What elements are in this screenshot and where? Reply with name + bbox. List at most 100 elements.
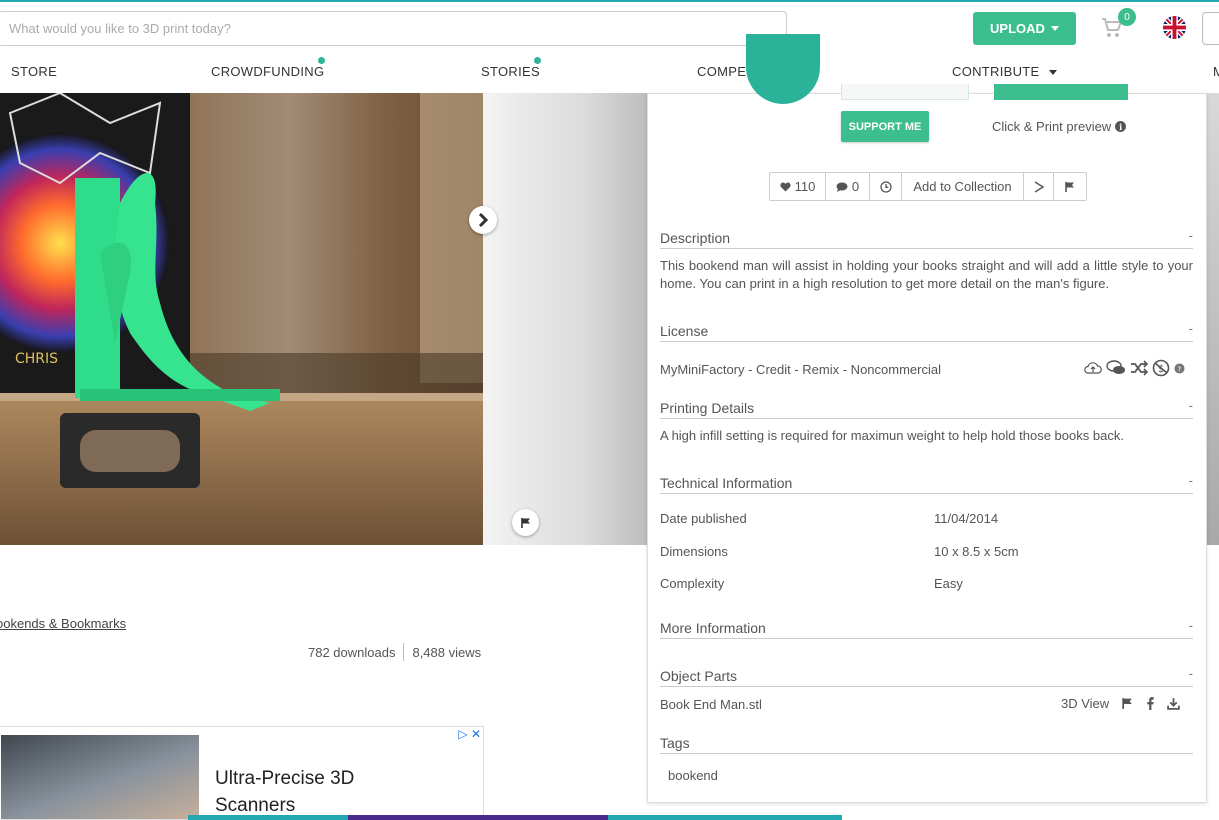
- more-info-title: More Information: [660, 620, 766, 636]
- tech-value: Easy: [934, 576, 963, 591]
- collapse-icon[interactable]: -: [1189, 228, 1193, 243]
- tech-label: Date published: [660, 511, 747, 526]
- preview-label: Click & Print preview: [992, 119, 1112, 134]
- nav-item-crowdfunding[interactable]: CROWDFUNDING: [211, 64, 324, 79]
- comment-count: 0: [851, 179, 860, 194]
- download-icon[interactable]: [1167, 697, 1180, 710]
- ad-image: [1, 735, 199, 819]
- chevron-down-icon: [1049, 70, 1058, 76]
- tag-item[interactable]: bookend: [668, 768, 718, 783]
- description-section: Description - This bookend man will assi…: [660, 228, 1193, 293]
- noncommercial-icon: $: [1152, 359, 1170, 377]
- svg-text:?: ?: [1178, 364, 1182, 373]
- part-actions: 3D View: [1061, 696, 1180, 711]
- remix-shuffle-icon: [1131, 360, 1148, 376]
- object-actions-bar: 110 0 Add to Collection: [769, 172, 1087, 201]
- object-stats: 782 downloads 8,488 views: [308, 643, 481, 661]
- click-print-preview[interactable]: Click & Print preview i: [992, 119, 1127, 134]
- collapse-icon[interactable]: -: [1189, 473, 1193, 488]
- object-parts-heading[interactable]: Object Parts -: [660, 666, 1193, 687]
- info-icon: i: [1115, 121, 1127, 132]
- comment-button[interactable]: 0: [826, 173, 870, 200]
- top-accent-line: [0, 0, 1219, 2]
- printing-heading[interactable]: Printing Details -: [660, 398, 1193, 419]
- tags-heading: Tags: [660, 735, 1193, 754]
- technical-title: Technical Information: [660, 475, 793, 491]
- next-image-arrow-icon[interactable]: [469, 206, 497, 234]
- comment-icon: [836, 182, 848, 192]
- stories-new-dot: [534, 57, 541, 64]
- collapse-icon[interactable]: -: [1189, 398, 1193, 413]
- follow-button[interactable]: [841, 84, 969, 100]
- photo-gallery-background: [483, 93, 648, 545]
- category-link[interactable]: ookends & Bookmarks: [0, 616, 126, 631]
- history-button[interactable]: [870, 173, 902, 200]
- tech-value: 11/04/2014: [934, 511, 999, 526]
- nav-item-stories[interactable]: STORIES: [481, 64, 540, 79]
- description-heading[interactable]: Description -: [660, 228, 1193, 249]
- downloads-count: 782 downloads: [308, 644, 396, 660]
- support-me-button[interactable]: SUPPORT ME: [841, 111, 929, 142]
- tech-label: Dimensions: [660, 544, 728, 559]
- technical-info-section: Technical Information -: [660, 473, 1193, 494]
- ad-title: Ultra-Precise 3D Scanners: [215, 768, 355, 816]
- tech-row-date: Date published 11/04/2014: [660, 511, 1193, 526]
- license-title: License: [660, 323, 709, 339]
- collapse-icon[interactable]: -: [1189, 321, 1193, 336]
- object-details-panel: SUPPORT ME Click & Print preview i 110 0…: [647, 34, 1207, 803]
- tech-row-dimensions: Dimensions 10 x 8.5 x 5cm: [660, 544, 1193, 559]
- like-button[interactable]: 110: [770, 173, 826, 200]
- upload-label: UPLOAD: [990, 21, 1045, 36]
- facebook-icon[interactable]: [1146, 697, 1155, 710]
- collapse-icon[interactable]: -: [1189, 666, 1193, 681]
- object-parts-title: Object Parts: [660, 668, 738, 684]
- license-section: License -: [660, 321, 1193, 342]
- stats-divider: [403, 643, 405, 661]
- nav-item-contribute[interactable]: CONTRIBUTE: [952, 64, 1058, 79]
- search-input[interactable]: [0, 11, 787, 46]
- page: UPLOAD 0 STORE CROWDFUNDING STORIES COMP…: [0, 0, 1219, 820]
- comments-icon: [1106, 360, 1125, 374]
- description-text: This bookend man will assist in holding …: [660, 258, 1193, 291]
- flag-icon[interactable]: [1121, 697, 1134, 710]
- nav-item-store[interactable]: STORE: [11, 64, 57, 79]
- designer-avatar[interactable]: [746, 34, 820, 104]
- license-heading[interactable]: License -: [660, 321, 1193, 342]
- report-button[interactable]: [1054, 173, 1086, 200]
- flag-icon: [1065, 181, 1074, 192]
- tags-section: Tags: [660, 735, 1193, 754]
- nav-item-more[interactable]: M: [1213, 64, 1219, 79]
- help-icon[interactable]: ?: [1174, 362, 1185, 374]
- views-count: 8,488 views: [412, 644, 482, 660]
- like-count: 110: [794, 179, 816, 194]
- cloud-upload-icon: [1084, 362, 1102, 374]
- tags-title: Tags: [660, 735, 690, 751]
- clock-icon: [879, 180, 892, 193]
- object-parts-section: Object Parts -: [660, 666, 1193, 687]
- more-info-section: More Information -: [660, 618, 1193, 639]
- upload-button[interactable]: UPLOAD: [973, 12, 1076, 45]
- tech-value: 10 x 8.5 x 5cm: [934, 544, 1019, 559]
- nav-contribute-label: CONTRIBUTE: [952, 64, 1040, 79]
- more-info-heading[interactable]: More Information -: [660, 618, 1193, 639]
- share-button[interactable]: [1024, 173, 1054, 200]
- chevron-down-icon: [1050, 26, 1059, 31]
- advertisement[interactable]: Ultra-Precise 3D Scanners ▷ ✕: [0, 726, 484, 820]
- cart-count-badge: 0: [1118, 8, 1136, 26]
- 3d-view-link[interactable]: 3D View: [1061, 696, 1109, 711]
- add-to-collection-button[interactable]: Add to Collection: [902, 173, 1024, 200]
- uk-flag-icon[interactable]: [1163, 16, 1186, 39]
- svg-text:CHRIS: CHRIS: [15, 351, 58, 367]
- technical-heading[interactable]: Technical Information -: [660, 473, 1193, 494]
- bottom-banner-strip: [188, 815, 842, 820]
- ad-close-icon[interactable]: ▷ ✕: [458, 727, 481, 741]
- account-button[interactable]: [1202, 12, 1219, 45]
- printing-title: Printing Details: [660, 400, 755, 416]
- tech-label: Complexity: [660, 576, 725, 591]
- tech-row-complexity: Complexity Easy: [660, 576, 1193, 591]
- collapse-icon[interactable]: -: [1189, 618, 1193, 633]
- download-button[interactable]: [994, 84, 1128, 100]
- report-flag-icon[interactable]: [512, 509, 539, 536]
- license-icons: $ ?: [1084, 359, 1185, 377]
- printing-text: A high infill setting is required for ma…: [660, 428, 1124, 443]
